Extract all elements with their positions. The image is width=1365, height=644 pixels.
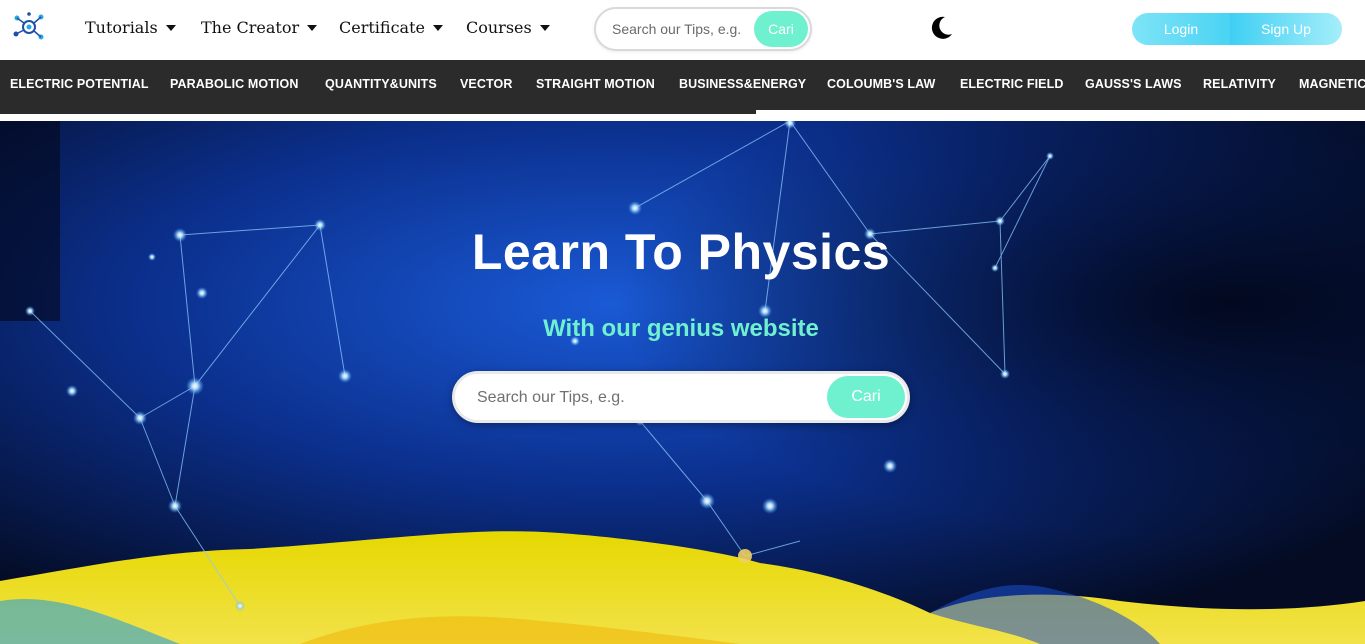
topic-gausss-laws[interactable]: GAUSS'S LAWS [1085,77,1182,91]
caret-down-icon [432,24,443,31]
caret-down-icon [165,24,176,31]
header-search-input[interactable] [612,19,752,39]
nav-certificate-label: Certificate [339,18,425,37]
topic-vector[interactable]: VECTOR [460,77,512,91]
topic-relativity[interactable]: RELATIVITY [1203,77,1276,91]
topic-electric-potential[interactable]: ELECTRIC POTENTIAL [10,77,149,91]
topic-bar: ELECTRIC POTENTIAL PARABOLIC MOTION QUAN… [0,60,1365,110]
signup-button[interactable]: Sign Up [1230,13,1342,45]
nav-certificate[interactable]: Certificate [339,18,443,37]
topic-quantity-units[interactable]: QUANTITY&UNITS [325,77,437,91]
topic-coloumbs-law[interactable]: COLOUMB'S LAW [827,77,935,91]
nav-tutorials[interactable]: Tutorials [85,18,176,37]
moon-icon[interactable] [928,15,954,41]
login-button[interactable]: Login [1132,13,1230,45]
nav-the-creator-label: The Creator [201,18,300,37]
logo-icon[interactable] [12,12,46,42]
site-header: Tutorials The Creator Certificate Course… [0,0,1365,60]
nav-courses[interactable]: Courses [466,18,550,37]
hero-search: Cari [452,371,910,423]
nav-courses-label: Courses [466,18,532,37]
topic-straight-motion[interactable]: STRAIGHT MOTION [536,77,655,91]
hero-section: Learn To Physics With our genius website… [0,121,1365,644]
nav-the-creator[interactable]: The Creator [201,18,318,37]
caret-down-icon [539,24,550,31]
nav-tutorials-label: Tutorials [85,18,158,37]
topic-magnetic[interactable]: MAGNETIC [1299,77,1365,91]
hero-search-input[interactable] [477,387,797,409]
hero-title: Learn To Physics [471,224,891,280]
header-search-button[interactable]: Cari [754,11,808,47]
header-search: Cari [594,7,812,51]
topic-electric-field[interactable]: ELECTRIC FIELD [960,77,1063,91]
hero-search-button[interactable]: Cari [827,376,905,418]
hero-subtitle: With our genius website [543,315,819,342]
caret-down-icon [307,24,318,31]
topic-business-energy[interactable]: BUSINESS&ENERGY [679,77,806,91]
topic-scrollbar-thumb[interactable] [0,110,756,114]
topic-parabolic-motion[interactable]: PARABOLIC MOTION [170,77,298,91]
